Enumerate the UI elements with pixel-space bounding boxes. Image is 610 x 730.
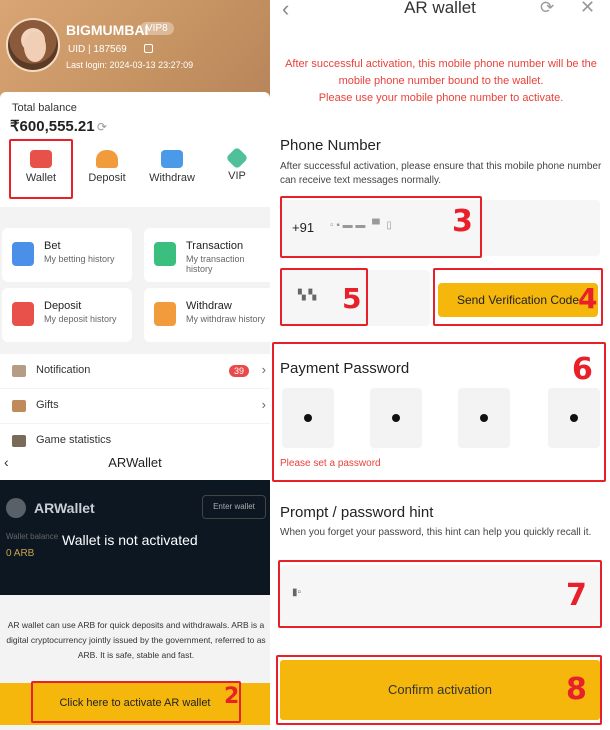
history-bet[interactable]: Bet My betting history: [2, 228, 132, 282]
mail-icon: [12, 365, 26, 377]
phone-number-desc: After successful activation, please ensu…: [280, 161, 602, 186]
step-8-highlight: [276, 655, 602, 725]
step-7-number: 7: [566, 578, 587, 613]
step-6-highlight: [272, 342, 606, 482]
history-title: Deposit: [44, 300, 82, 312]
arwallet-description: AR wallet can use ARB for quick deposits…: [6, 620, 266, 660]
left-panel: BIGMUMBAI VIP8 UID | 187569 Last login: …: [0, 0, 270, 730]
bet-icon: [12, 242, 34, 266]
history-title: Transaction: [186, 240, 244, 252]
uid-text: UID | 187569: [68, 44, 127, 55]
withdraw-label: Withdraw: [149, 172, 195, 184]
warning-line-2: Please use your mobile phone number to a…: [318, 92, 564, 104]
last-login: Last login: 2024-03-13 23:27:09: [66, 60, 194, 70]
step-8-number: 8: [566, 672, 587, 707]
refresh-icon[interactable]: ⟳: [540, 0, 554, 18]
history-transaction[interactable]: Transaction My transaction history: [144, 228, 270, 282]
notification-badge: 39: [229, 365, 250, 377]
menu-gifts[interactable]: Gifts ›: [0, 389, 270, 423]
step-7-highlight: [278, 560, 602, 628]
arwallet-title: ARWallet: [108, 455, 162, 470]
vip-badge: VIP8: [140, 22, 174, 35]
history-deposit[interactable]: Deposit My deposit history: [2, 288, 132, 342]
balance-value: ₹600,555.21: [10, 118, 95, 135]
withdraw-history-icon: [154, 302, 176, 326]
deposit-history-icon: [12, 302, 34, 326]
menu-label: Notification: [36, 364, 91, 376]
step-4-number: 4: [578, 282, 598, 315]
arwallet-logo-icon: [6, 498, 26, 518]
refresh-icon[interactable]: ⟳: [97, 120, 107, 134]
withdraw-icon: [161, 150, 183, 168]
ar-wallet-panel: ‹ AR wallet ⟳ ✕ After successful activat…: [270, 0, 610, 730]
arwallet-brand: ARWallet: [34, 500, 95, 516]
transaction-icon: [154, 242, 176, 266]
step-2-highlight: [31, 681, 241, 723]
activation-warning: After successful activation, this mobile…: [276, 56, 606, 107]
arwallet-card: ARWallet Enter wallet Wallet balance Wal…: [0, 480, 270, 595]
menu-label: Game statistics: [36, 434, 112, 446]
copy-icon[interactable]: [144, 44, 153, 53]
arwallet-header: ‹ ARWallet: [0, 448, 270, 480]
deposit-icon: [96, 150, 118, 168]
phone-number-title: Phone Number: [280, 137, 381, 154]
wallet-balance-label: Wallet balance: [6, 532, 59, 541]
chevron-right-icon: ›: [261, 397, 266, 412]
history-subtitle: My withdraw history: [186, 314, 266, 324]
diamond-icon: [225, 146, 249, 170]
history-subtitle: My deposit history: [44, 314, 117, 324]
wallet-status: Wallet is not activated: [62, 532, 198, 548]
history-title: Bet: [44, 240, 61, 252]
step-1-highlight: [9, 139, 73, 199]
stats-icon: [12, 435, 26, 447]
deposit-label: Deposit: [88, 172, 126, 184]
history-withdraw[interactable]: Withdraw My withdraw history: [144, 288, 270, 342]
step-3-number: 3: [452, 204, 473, 239]
deposit-button[interactable]: Deposit: [75, 142, 139, 184]
ar-wallet-header: ‹ AR wallet ⟳ ✕: [270, 0, 610, 26]
avatar[interactable]: [6, 18, 60, 72]
vip-label: VIP: [228, 170, 246, 182]
profile-header: BIGMUMBAI VIP8 UID | 187569 Last login: …: [0, 0, 270, 100]
enter-wallet-button[interactable]: Enter wallet: [202, 495, 266, 519]
warning-line-1: After successful activation, this mobile…: [285, 58, 597, 87]
profile-name: BIGMUMBAI: [66, 22, 149, 38]
history-title: Withdraw: [186, 300, 232, 312]
balance-label: Total balance: [12, 102, 77, 114]
menu-game-statistics[interactable]: Game statistics: [0, 424, 270, 448]
history-subtitle: My transaction history: [186, 254, 245, 274]
wallet-balance: 0 ARB: [6, 548, 35, 559]
close-icon[interactable]: ✕: [580, 0, 595, 18]
chevron-right-icon: ›: [261, 362, 266, 377]
withdraw-button[interactable]: Withdraw: [140, 142, 204, 184]
password-hint-title: Prompt / password hint: [280, 504, 434, 521]
vip-button[interactable]: VIP: [205, 142, 269, 182]
gift-icon: [12, 400, 26, 412]
ar-wallet-title: AR wallet: [404, 0, 476, 17]
password-hint-desc: When you forget your password, this hint…: [280, 527, 592, 538]
menu-label: Gifts: [36, 399, 59, 411]
step-2-number: 2: [224, 684, 240, 709]
history-subtitle: My betting history: [44, 254, 115, 264]
step-6-number: 6: [572, 352, 593, 387]
step-5-number: 5: [342, 282, 362, 315]
menu-notification[interactable]: Notification 39 ›: [0, 354, 270, 388]
